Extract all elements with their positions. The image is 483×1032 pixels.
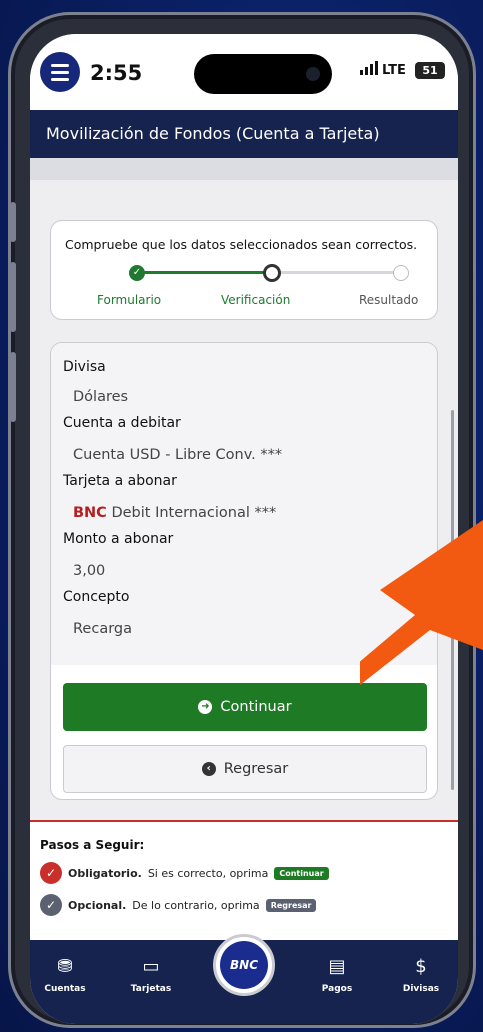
guide-optional-row: ✓ Opcional. De lo contrario, oprima Regr… xyxy=(40,894,317,916)
step-done-check-icon: ✓ xyxy=(129,265,145,281)
menu-icon xyxy=(51,70,69,74)
debit-account-value: Cuenta USD - Libre Conv. *** xyxy=(73,447,283,463)
guide-required-title: Obligatorio. xyxy=(68,866,142,880)
status-bar: 2:55 LTE 51 xyxy=(30,34,458,110)
nav-pagos[interactable]: ▤ Pagos xyxy=(302,956,372,994)
guide-panel: Pasos a Seguir: ✓ Obligatorio. Si es cor… xyxy=(30,820,458,940)
bnc-logo-button[interactable]: BNC xyxy=(213,934,275,996)
arrow-left-circle-icon: ‹ xyxy=(201,762,216,776)
check-icon: ✓ xyxy=(40,862,62,884)
nav-divisas-label: Divisas xyxy=(402,984,440,994)
payment-icon: ▤ xyxy=(328,956,346,977)
battery-indicator: 51 xyxy=(415,62,445,79)
debit-account-label: Cuenta a debitar xyxy=(63,415,181,431)
network-type: LTE xyxy=(382,63,406,78)
step-connector xyxy=(275,271,401,274)
check-icon: ✓ xyxy=(40,894,62,916)
guide-title: Pasos a Seguir: xyxy=(40,838,145,852)
menu-icon xyxy=(51,77,69,81)
step-pending-icon xyxy=(393,265,409,281)
status-time: 2:55 xyxy=(90,61,143,85)
step-label-resultado: Resultado xyxy=(359,293,419,307)
side-button xyxy=(10,202,16,242)
nav-divisas[interactable]: $ Divisas xyxy=(386,956,456,994)
nav-pagos-label: Pagos xyxy=(321,984,353,994)
continue-label: Continuar xyxy=(220,699,292,715)
back-button[interactable]: ‹ Regresar xyxy=(63,745,427,793)
step-label-verificacion: Verificación xyxy=(221,293,291,307)
bnc-logo: BNC xyxy=(220,941,268,989)
currency-value: Dólares xyxy=(73,389,129,405)
nav-tarjetas-label: Tarjetas xyxy=(130,984,172,994)
guide-required-text: Si es correcto, oprima xyxy=(147,866,269,880)
amount-value: 3,00 xyxy=(73,563,106,579)
step-current-icon xyxy=(263,264,281,282)
step-connector xyxy=(139,271,271,274)
card-value: BNC Debit Internacional *** xyxy=(73,505,276,521)
concept-label: Concepto xyxy=(63,589,130,605)
main-content: Compruebe que los datos seleccionados se… xyxy=(30,180,458,820)
guide-optional-text: De lo contrario, oprima xyxy=(132,898,260,912)
side-button xyxy=(10,262,16,332)
nav-tarjetas[interactable]: ▭ Tarjetas xyxy=(116,956,186,994)
amount-label: Monto a abonar xyxy=(63,531,174,547)
page-title: Movilización de Fondos (Cuenta a Tarjeta… xyxy=(46,124,380,143)
signal-icon xyxy=(360,61,380,79)
menu-icon xyxy=(51,63,69,67)
dynamic-island xyxy=(194,54,332,94)
back-label: Regresar xyxy=(223,761,289,777)
menu-button[interactable] xyxy=(40,52,80,92)
sub-bar xyxy=(30,158,458,180)
stepper-card: Compruebe que los datos seleccionados se… xyxy=(50,220,438,320)
currency-hand-icon: $ xyxy=(415,956,427,977)
step-label-formulario: Formulario xyxy=(97,293,162,307)
card-label: Tarjeta a abonar xyxy=(63,473,177,489)
app-bar: Movilización de Fondos (Cuenta a Tarjeta… xyxy=(30,110,458,158)
camera-icon xyxy=(306,67,320,81)
concept-value: Recarga xyxy=(73,621,132,637)
guide-back-chip: Regresar xyxy=(265,898,317,912)
bottom-nav: ⛃ Cuentas ▭ Tarjetas BNC ▤ Pagos $ Divis… xyxy=(30,934,458,1024)
guide-continue-chip: Continuar xyxy=(274,866,329,880)
pointer-arrow-icon xyxy=(360,520,483,685)
arrow-right-circle-icon: ➜ xyxy=(198,700,213,714)
stepper-title: Compruebe que los datos seleccionados se… xyxy=(65,237,418,252)
currency-label: Divisa xyxy=(63,359,106,375)
nav-cuentas-label: Cuentas xyxy=(44,984,86,994)
side-button xyxy=(10,352,16,422)
card-name: Debit Internacional *** xyxy=(106,505,277,521)
nav-cuentas[interactable]: ⛃ Cuentas xyxy=(30,956,100,994)
card-icon: ▭ xyxy=(142,956,160,977)
guide-required-row: ✓ Obligatorio. Si es correcto, oprima Co… xyxy=(40,862,329,884)
bnc-brand: BNC xyxy=(73,505,107,521)
guide-optional-title: Opcional. xyxy=(68,898,127,912)
coins-icon: ⛃ xyxy=(57,956,73,977)
